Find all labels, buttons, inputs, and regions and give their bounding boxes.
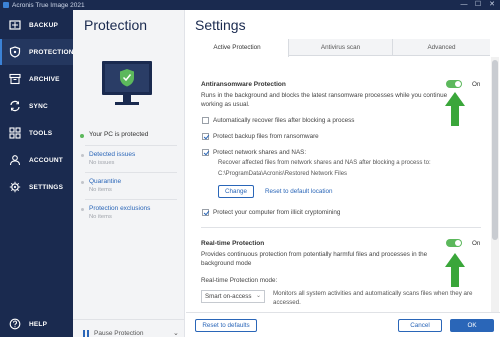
status-dot xyxy=(81,154,84,157)
realtime-title: Real-time Protection xyxy=(201,240,265,247)
settings-tabs: Active Protection Antivirus scan Advance… xyxy=(186,39,490,57)
sidebar-item-backup[interactable]: BACKUP xyxy=(0,12,73,38)
protect-network-label: Protect network shares and NAS: xyxy=(213,149,307,156)
realtime-desc-line2: background mode xyxy=(201,260,252,267)
section-divider xyxy=(201,227,481,228)
sidebar-item-label: HELP xyxy=(29,320,48,328)
divider xyxy=(85,199,177,200)
sidebar-item-tools[interactable]: TOOLS xyxy=(0,120,73,146)
settings-content: Antiransomware Protection On Runs in the… xyxy=(186,57,490,312)
backup-icon xyxy=(9,20,21,30)
maximize-button[interactable]: ☐ xyxy=(471,0,485,10)
pause-icon xyxy=(83,330,90,337)
cancel-button[interactable]: Cancel xyxy=(398,319,442,332)
exclusions-count: No items xyxy=(89,214,112,220)
recover-network-text: Recover affected files from network shar… xyxy=(218,160,431,166)
app-icon xyxy=(3,2,9,8)
pane-title: Protection xyxy=(84,17,148,33)
reset-location-link[interactable]: Reset to default location xyxy=(265,188,333,195)
antiransomware-title: Antiransomware Protection xyxy=(201,81,286,88)
realtime-mode-label: Real-time Protection mode: xyxy=(201,277,278,284)
divider xyxy=(85,145,177,146)
sidebar-item-settings[interactable]: SETTINGS xyxy=(0,174,73,200)
archive-icon xyxy=(9,73,21,85)
sidebar-item-label: SYNC xyxy=(29,102,48,110)
sidebar-item-label: BACKUP xyxy=(29,21,59,29)
settings-title: Settings xyxy=(195,17,246,33)
status-dot xyxy=(81,208,84,211)
sidebar-item-account[interactable]: ACCOUNT xyxy=(0,147,73,173)
quarantine-count: No items xyxy=(89,187,112,193)
auto-recover-label: Automatically recover files after blocki… xyxy=(213,117,355,124)
cryptomining-checkbox[interactable] xyxy=(202,209,209,216)
gear-icon xyxy=(9,181,21,193)
monitor-shield-icon xyxy=(102,61,152,105)
scrollbar-thumb[interactable] xyxy=(492,60,498,240)
sidebar-item-protection[interactable]: PROTECTION xyxy=(0,39,73,65)
minimize-button[interactable]: — xyxy=(457,0,471,10)
sidebar-item-label: TOOLS xyxy=(29,129,53,137)
realtime-mode-desc: Monitors all system activities and autom… xyxy=(273,290,485,307)
chevron-down-icon[interactable]: ⌄ xyxy=(173,329,179,337)
realtime-mode-select[interactable]: Smart on-access ⌄ xyxy=(201,290,265,303)
sidebar-item-sync[interactable]: SYNC xyxy=(0,93,73,119)
detected-issues-link[interactable]: Detected issues xyxy=(89,151,135,158)
shield-icon xyxy=(9,46,21,58)
protection-status: Your PC is protected xyxy=(89,131,149,138)
settings-scrollbar[interactable] xyxy=(491,57,499,312)
settings-footer: Reset to defaults Cancel OK xyxy=(186,312,500,337)
detected-issues-count: No issues xyxy=(89,160,115,166)
sync-icon xyxy=(10,100,20,112)
sidebar-item-label: SETTINGS xyxy=(29,183,64,191)
protection-pane: Protection Your PC is protected Detected… xyxy=(73,10,185,337)
sidebar: BACKUP PROTECTION ARCHIVE SYNC TOOLS ACC… xyxy=(0,10,73,337)
reset-defaults-button[interactable]: Reset to defaults xyxy=(195,319,257,332)
sidebar-item-help[interactable]: HELP xyxy=(0,311,73,337)
quarantine-link[interactable]: Quarantine xyxy=(89,178,121,185)
help-icon xyxy=(9,318,21,330)
protect-backup-checkbox[interactable] xyxy=(202,133,209,140)
realtime-toggle-label: On xyxy=(472,240,481,247)
ok-button[interactable]: OK xyxy=(450,319,494,332)
pause-protection-bar[interactable]: Pause Protection ⌄ xyxy=(73,319,185,337)
realtime-mode-value: Smart on-access xyxy=(205,293,252,300)
account-icon xyxy=(9,155,21,166)
protect-network-checkbox[interactable] xyxy=(202,149,209,156)
settings-panel: Settings Active Protection Antivirus sca… xyxy=(186,10,500,337)
realtime-toggle[interactable] xyxy=(446,239,462,247)
chevron-down-icon: ⌄ xyxy=(255,293,261,299)
arrow-up-icon xyxy=(445,92,465,126)
antiransomware-desc-line1: Runs in the background and blocks the la… xyxy=(201,92,448,99)
arrow-up-icon xyxy=(445,253,465,287)
tab-active-protection[interactable]: Active Protection xyxy=(186,39,289,57)
window-title: Acronis True Image 2021 xyxy=(12,1,85,9)
tab-antivirus-scan[interactable]: Antivirus scan xyxy=(289,39,393,56)
auto-recover-checkbox[interactable] xyxy=(202,117,209,124)
antiransomware-toggle-label: On xyxy=(472,81,481,88)
protect-backup-label: Protect backup files from ransomware xyxy=(213,133,319,140)
sidebar-item-label: ACCOUNT xyxy=(29,156,63,164)
pause-protection-button[interactable]: Pause Protection xyxy=(94,330,144,337)
realtime-mode-desc-line2: accessed. xyxy=(273,298,301,306)
title-bar: Acronis True Image 2021 — ☐ ✕ xyxy=(0,0,500,10)
antiransomware-desc-line2: working as usual. xyxy=(201,101,250,108)
close-button[interactable]: ✕ xyxy=(485,0,499,10)
realtime-mode-desc-line1: Monitors all system activities and autom… xyxy=(273,290,473,297)
divider xyxy=(85,172,177,173)
tools-icon xyxy=(9,127,21,139)
status-dot xyxy=(80,134,84,138)
sidebar-item-label: PROTECTION xyxy=(29,48,74,56)
realtime-desc-line1: Provides continuous protection from pote… xyxy=(201,251,428,258)
sidebar-item-label: ARCHIVE xyxy=(29,75,60,83)
sidebar-item-archive[interactable]: ARCHIVE xyxy=(0,66,73,92)
cryptomining-label: Protect your computer from illicit crypt… xyxy=(213,209,341,216)
antiransomware-toggle[interactable] xyxy=(446,80,462,88)
tab-advanced[interactable]: Advanced xyxy=(393,39,490,56)
recover-path: C:\ProgramData\Acronis\Restored Network … xyxy=(218,171,348,177)
protection-exclusions-link[interactable]: Protection exclusions xyxy=(89,205,150,212)
status-dot xyxy=(81,181,84,184)
change-location-button[interactable]: Change xyxy=(218,185,254,198)
